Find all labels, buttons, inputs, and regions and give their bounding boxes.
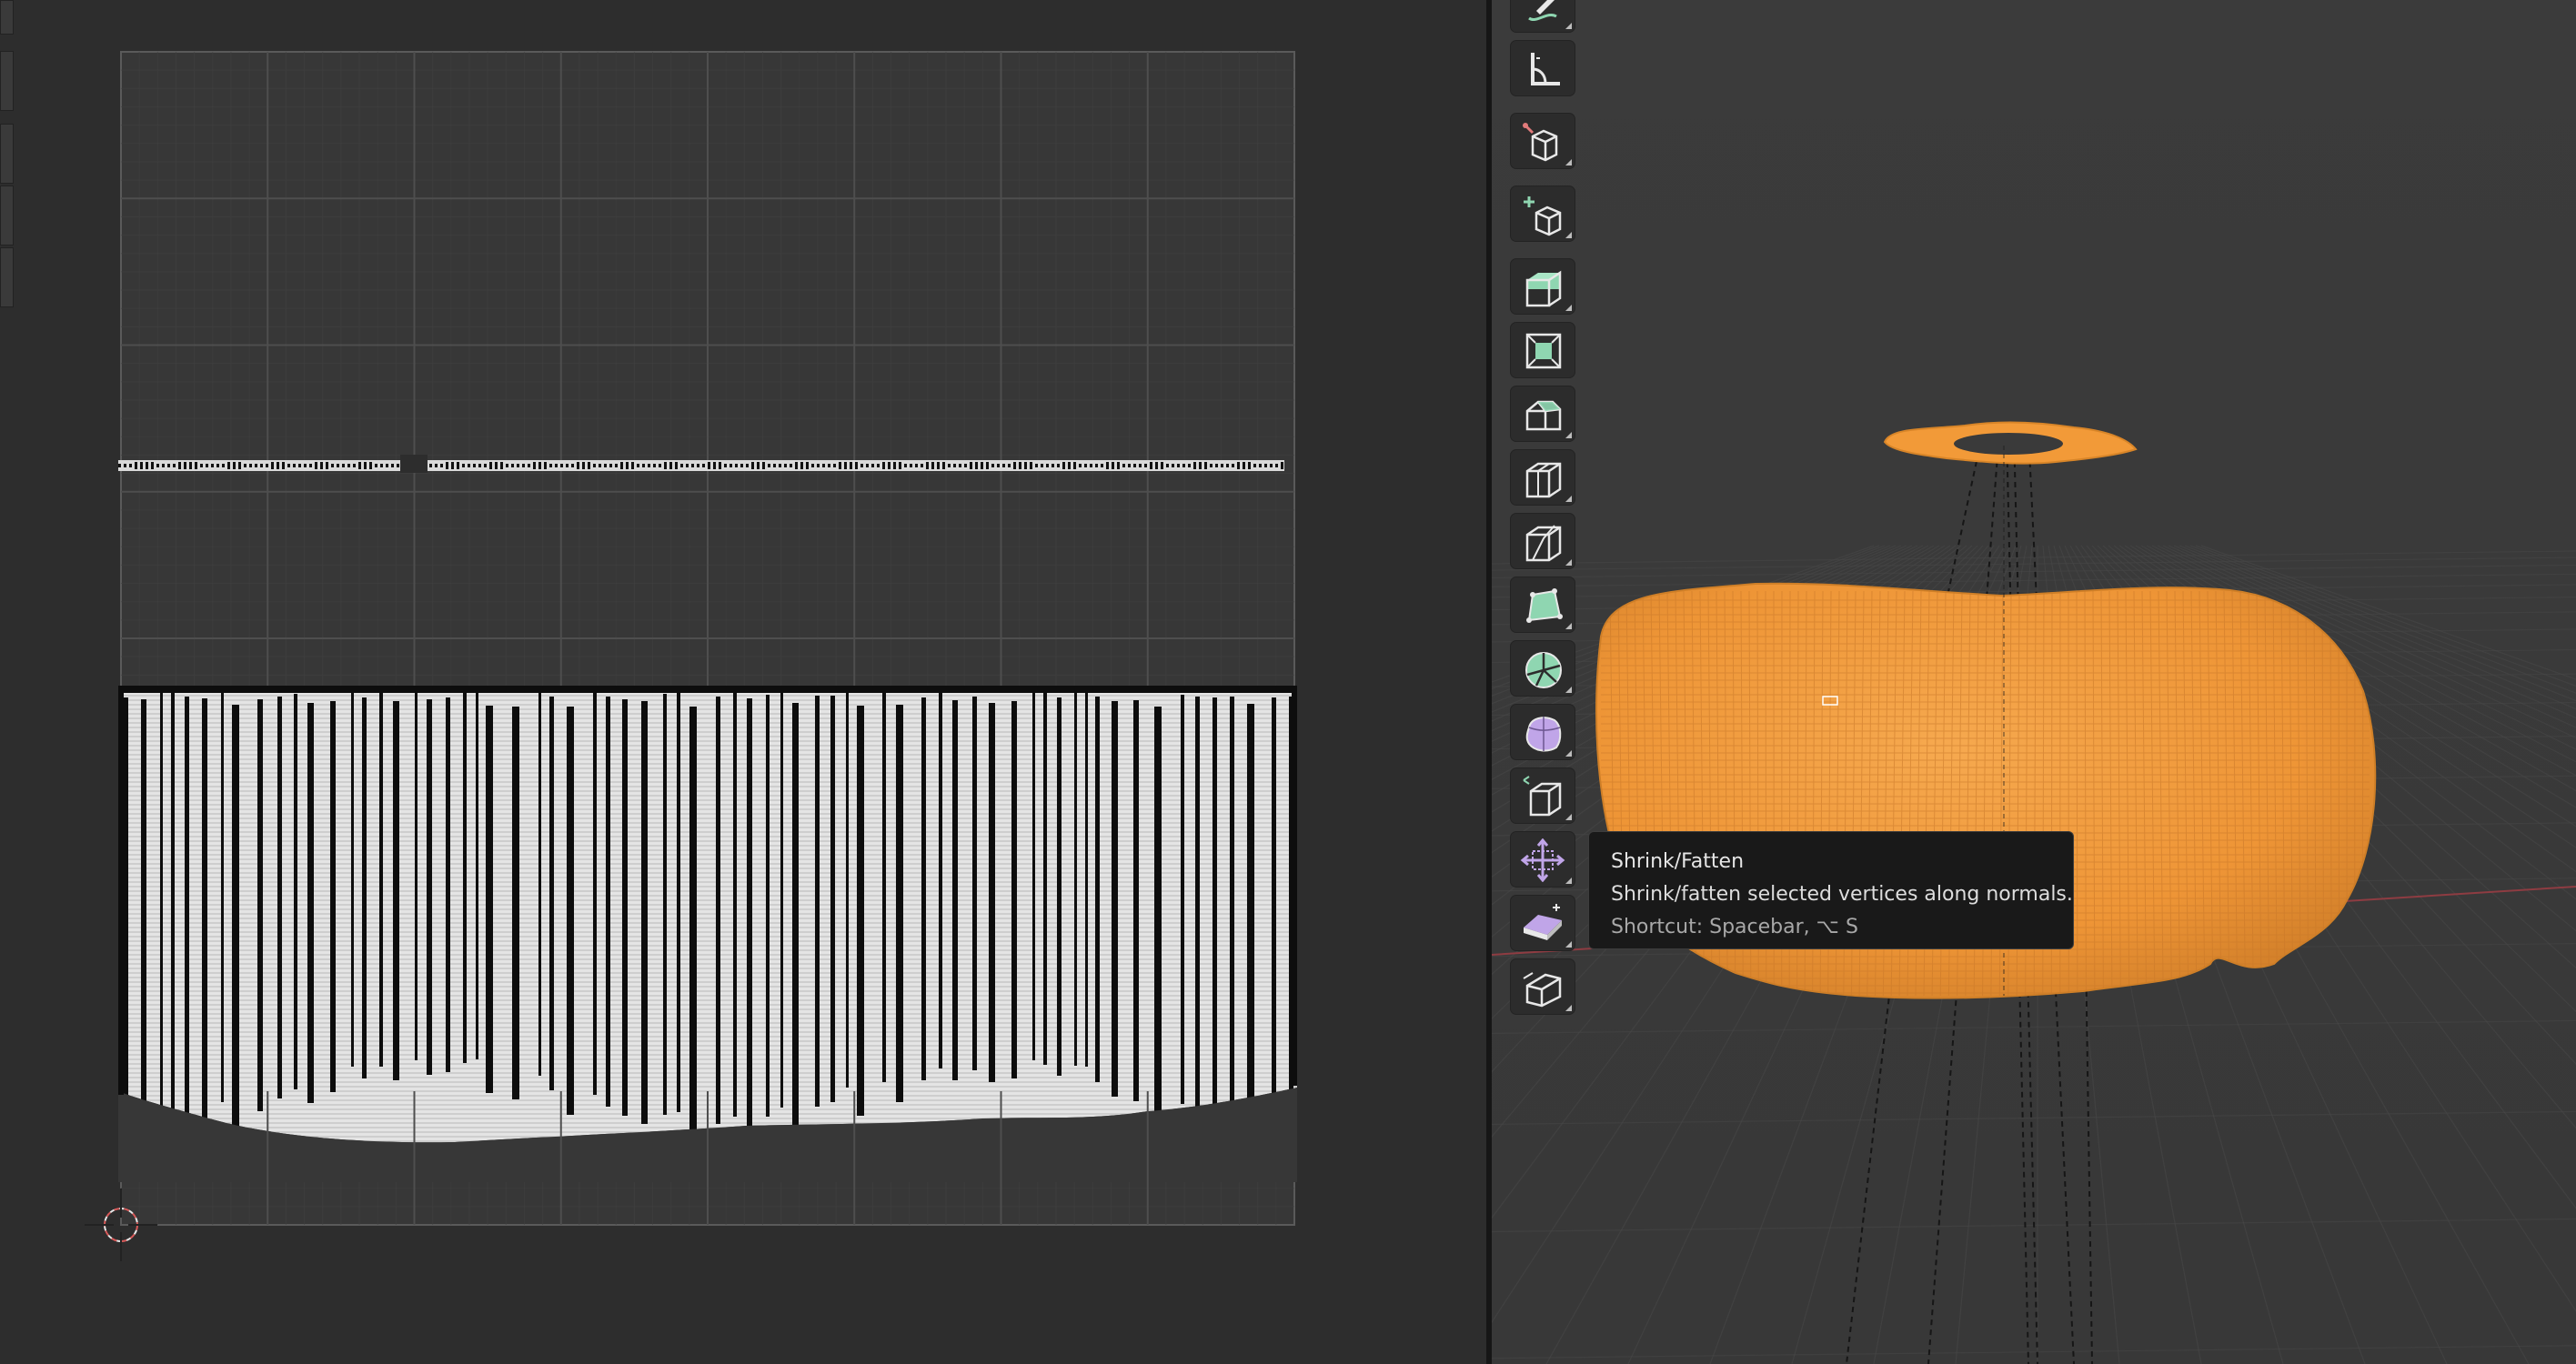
tool-edge-slide[interactable]: [1510, 767, 1575, 824]
edge-slide-icon: [1523, 776, 1562, 817]
smooth-vertices-icon: [1525, 717, 1562, 752]
knife-icon: [1525, 525, 1562, 562]
tool-poly-build[interactable]: [1510, 577, 1575, 633]
annotate-icon: [1528, 0, 1557, 21]
tool-annotate[interactable]: [1510, 0, 1575, 33]
tooltip-description: Shrink/fatten selected vertices along no…: [1611, 883, 2073, 906]
tooltip-shortcut: Shortcut: Spacebar, ⌥ S: [1611, 916, 1858, 938]
poly-build-icon: [1526, 588, 1563, 623]
shrink-fatten-icon: [1520, 838, 1565, 882]
tool-shelf: [1506, 0, 1579, 1028]
tool-add-cube[interactable]: [1510, 186, 1575, 242]
transform-icon: [1523, 123, 1558, 162]
tool-knife[interactable]: [1510, 513, 1575, 569]
spin-icon: [1525, 652, 1562, 688]
uv-island-main: [118, 686, 1297, 1182]
tool-inset-faces[interactable]: [1510, 322, 1575, 378]
add-cube-icon: [1524, 196, 1562, 236]
tooltip-title: Shrink/Fatten: [1611, 850, 1745, 873]
tool-measure[interactable]: [1510, 40, 1575, 96]
viewport-3d-area[interactable]: [1492, 0, 2576, 1364]
tool-shrink-fatten[interactable]: [1510, 831, 1575, 888]
loop-cut-icon: [1525, 462, 1562, 498]
tool-bevel[interactable]: [1510, 386, 1575, 442]
measure-icon: [1531, 53, 1560, 85]
tool-shear[interactable]: [1510, 958, 1575, 1015]
uv-canvas[interactable]: [0, 0, 1486, 1364]
inset-faces-icon: [1525, 333, 1562, 369]
tool-spin[interactable]: [1510, 640, 1575, 697]
push-pull-icon: [1524, 904, 1562, 940]
tool-transform[interactable]: [1510, 113, 1575, 169]
tool-smooth-vertices[interactable]: [1510, 704, 1575, 760]
tool-extrude-region[interactable]: [1510, 258, 1575, 315]
bevel-icon: [1525, 400, 1562, 431]
uv-editor-area[interactable]: [0, 0, 1486, 1364]
extrude-region-icon: [1525, 270, 1562, 307]
tool-loop-cut[interactable]: [1510, 449, 1575, 506]
tool-tooltip: Shrink/Fatten Shrink/fatten selected ver…: [1588, 831, 2074, 949]
shear-icon: [1523, 972, 1562, 1008]
tool-push-pull[interactable]: [1510, 895, 1575, 951]
viewport-canvas[interactable]: [1492, 0, 2576, 1364]
